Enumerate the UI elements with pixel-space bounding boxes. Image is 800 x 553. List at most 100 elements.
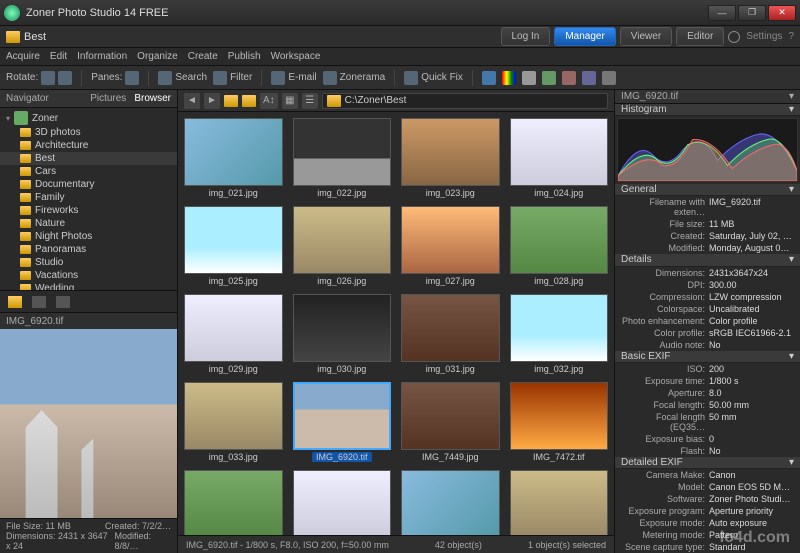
thumbnail[interactable]: img_026.jpg bbox=[293, 206, 392, 286]
menu-information[interactable]: Information bbox=[77, 51, 127, 62]
thumbnail[interactable]: img_022.jpg bbox=[293, 118, 392, 198]
settings-label[interactable]: Settings bbox=[746, 31, 782, 42]
tree-root[interactable]: ▾Zoner bbox=[0, 110, 177, 126]
tool-icon-5[interactable] bbox=[562, 71, 576, 85]
zonerama-icon[interactable] bbox=[323, 71, 337, 85]
tree-item-best[interactable]: Best bbox=[0, 152, 177, 165]
menu-create[interactable]: Create bbox=[188, 51, 218, 62]
tab-pictures[interactable]: Pictures bbox=[90, 93, 126, 104]
nav-back-button[interactable]: ◄ bbox=[184, 93, 200, 109]
thumbnail[interactable]: img_037.jpg bbox=[510, 470, 609, 535]
thumbnail[interactable]: img_029.jpg bbox=[184, 294, 283, 374]
view-grid-button[interactable]: ▦ bbox=[282, 93, 298, 109]
filter-label[interactable]: Filter bbox=[230, 72, 252, 83]
minimize-button[interactable]: — bbox=[708, 5, 736, 21]
email-label[interactable]: E-mail bbox=[288, 72, 316, 83]
tool-icon-6[interactable] bbox=[582, 71, 596, 85]
mode-manager[interactable]: Manager bbox=[554, 27, 615, 46]
preview-image[interactable] bbox=[0, 329, 177, 518]
thumbnail[interactable]: img_030.jpg bbox=[293, 294, 392, 374]
thumbnail[interactable]: IMG_7472.tif bbox=[510, 382, 609, 462]
tree-item-nature[interactable]: Nature bbox=[0, 217, 177, 230]
search-icon[interactable] bbox=[158, 71, 172, 85]
filter-icon[interactable] bbox=[213, 71, 227, 85]
thumbnail[interactable]: img_027.jpg bbox=[401, 206, 500, 286]
tree-item-vacations[interactable]: Vacations bbox=[0, 269, 177, 282]
tree-item-architecture[interactable]: Architecture bbox=[0, 139, 177, 152]
tab-browser[interactable]: Browser bbox=[134, 93, 171, 104]
tree-item-3d-photos[interactable]: 3D photos bbox=[0, 126, 177, 139]
folder-new-icon[interactable] bbox=[242, 95, 256, 107]
thumbnail-image bbox=[510, 382, 609, 450]
tree-item-night-photos[interactable]: Night Photos bbox=[0, 230, 177, 243]
thumbnail[interactable]: img_033.jpg bbox=[184, 382, 283, 462]
help-icon[interactable]: ? bbox=[788, 31, 794, 42]
thumbnail[interactable]: img_024.jpg bbox=[510, 118, 609, 198]
menu-organize[interactable]: Organize bbox=[137, 51, 178, 62]
view-list-button[interactable]: ☰ bbox=[302, 93, 318, 109]
histogram-header[interactable]: Histogram▾ bbox=[615, 104, 800, 116]
basic-exif-header[interactable]: Basic EXIF▾ bbox=[615, 351, 800, 363]
thumbnail[interactable]: img_025.jpg bbox=[184, 206, 283, 286]
login-button[interactable]: Log In bbox=[501, 27, 551, 46]
thumbnail[interactable]: img_023.jpg bbox=[401, 118, 500, 198]
menu-acquire[interactable]: Acquire bbox=[6, 51, 40, 62]
nav-icon-other[interactable] bbox=[56, 296, 70, 308]
menu-workspace[interactable]: Workspace bbox=[271, 51, 321, 62]
gear-icon[interactable] bbox=[728, 31, 740, 43]
rotate-right-icon[interactable] bbox=[58, 71, 72, 85]
folder-icon bbox=[20, 193, 31, 202]
rotate-left-icon[interactable] bbox=[41, 71, 55, 85]
status-center: 42 object(s) bbox=[435, 540, 482, 550]
tool-icon-7[interactable] bbox=[602, 71, 616, 85]
tree-item-panoramas[interactable]: Panoramas bbox=[0, 243, 177, 256]
panes-icon[interactable] bbox=[125, 71, 139, 85]
menu-publish[interactable]: Publish bbox=[228, 51, 261, 62]
thumbnail[interactable]: IMG_6920.tif bbox=[293, 382, 392, 462]
detailed-exif-header[interactable]: Detailed EXIF▾ bbox=[615, 457, 800, 469]
thumbnail-label: img_024.jpg bbox=[534, 188, 583, 198]
menu-edit[interactable]: Edit bbox=[50, 51, 67, 62]
tree-item-studio[interactable]: Studio bbox=[0, 256, 177, 269]
general-header[interactable]: General▾ bbox=[615, 184, 800, 196]
thumbnail[interactable]: img_021.jpg bbox=[184, 118, 283, 198]
details-header[interactable]: Details▾ bbox=[615, 254, 800, 266]
tree-item-fireworks[interactable]: Fireworks bbox=[0, 204, 177, 217]
mode-viewer[interactable]: Viewer bbox=[620, 27, 672, 46]
thumbnail[interactable]: img_034.jpg bbox=[184, 470, 283, 535]
quickfix-icon[interactable] bbox=[404, 71, 418, 85]
tree-item-wedding[interactable]: Wedding bbox=[0, 282, 177, 290]
thumbnail[interactable]: img_028.jpg bbox=[510, 206, 609, 286]
tool-icon-3[interactable] bbox=[522, 71, 536, 85]
thumbnail[interactable]: img_032.jpg bbox=[510, 294, 609, 374]
email-icon[interactable] bbox=[271, 71, 285, 85]
preview-panel: IMG_6920.tif File Size: 11 MBCreated: 7/… bbox=[0, 312, 177, 553]
folder-icon bbox=[20, 258, 31, 267]
folder-icon bbox=[20, 232, 31, 241]
zonerama-label[interactable]: Zonerama bbox=[340, 72, 386, 83]
folder-open-icon[interactable] bbox=[224, 95, 238, 107]
sort-button[interactable]: A↕ bbox=[260, 93, 278, 109]
quickfix-label[interactable]: Quick Fix bbox=[421, 72, 463, 83]
tree-item-cars[interactable]: Cars bbox=[0, 165, 177, 178]
tree-item-family[interactable]: Family bbox=[0, 191, 177, 204]
thumbnail-grid[interactable]: img_021.jpgimg_022.jpgimg_023.jpg img_024… bbox=[178, 112, 614, 535]
tree-item-documentary[interactable]: Documentary bbox=[0, 178, 177, 191]
tool-icon-4[interactable] bbox=[542, 71, 556, 85]
thumbnail[interactable]: img_036.jpg bbox=[401, 470, 500, 535]
thumbnail[interactable]: img_031.jpg bbox=[401, 294, 500, 374]
mode-editor[interactable]: Editor bbox=[676, 27, 724, 46]
thumbnail[interactable]: img_035.jpg bbox=[293, 470, 392, 535]
path-bar: Best Log In Manager Viewer Editor Settin… bbox=[0, 26, 800, 48]
maximize-button[interactable]: ❐ bbox=[738, 5, 766, 21]
address-field[interactable]: C:\Zoner\Best bbox=[322, 93, 608, 109]
tool-icon-1[interactable] bbox=[482, 71, 496, 85]
nav-icon-camera[interactable] bbox=[32, 296, 46, 308]
nav-icon-folder[interactable] bbox=[8, 296, 22, 308]
close-button[interactable]: ✕ bbox=[768, 5, 796, 21]
search-label[interactable]: Search bbox=[175, 72, 207, 83]
chevron-down-icon[interactable]: ▾ bbox=[789, 91, 794, 102]
tool-icon-2[interactable] bbox=[502, 71, 516, 85]
thumbnail[interactable]: IMG_7449.jpg bbox=[401, 382, 500, 462]
nav-forward-button[interactable]: ► bbox=[204, 93, 220, 109]
